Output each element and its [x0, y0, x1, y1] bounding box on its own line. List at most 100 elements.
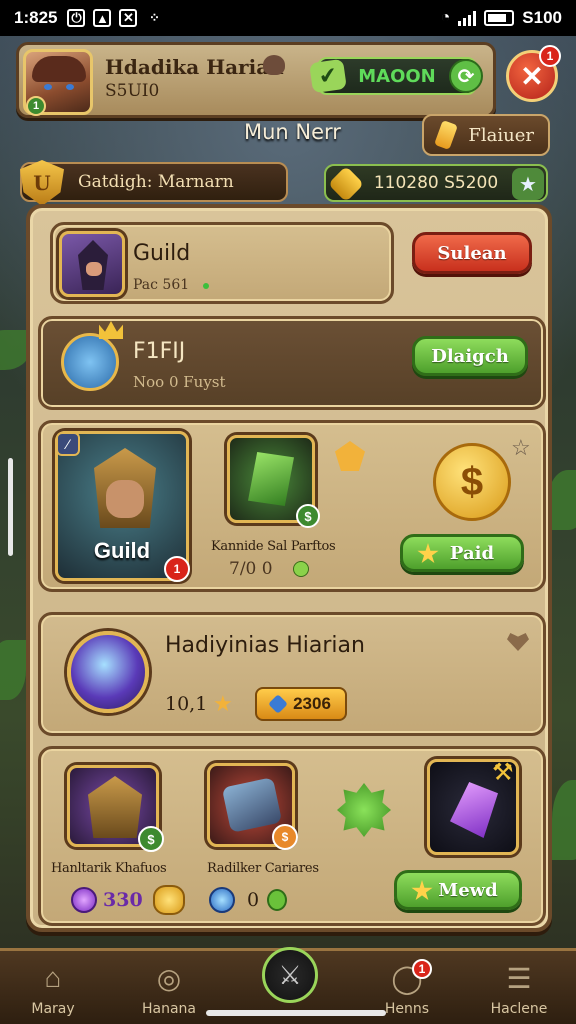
star-icon [417, 543, 439, 564]
main-panel: Guild Pac 561 Sulean F1FIJ Noo 0 Fuyst D… [26, 204, 552, 932]
profile-bar: 1 Hdadika Harian S5UI0 ✔ MAOON ⟳ [16, 42, 496, 118]
guild-tag[interactable]: U Gatdigh: Marnarn [20, 160, 288, 206]
coin-badge: $ [272, 824, 298, 850]
guild-portrait [59, 231, 125, 297]
hero-portrait[interactable]: Guild 1 ⁄ [55, 431, 190, 582]
star-icon[interactable]: ★ [512, 168, 544, 200]
item1-portrait[interactable]: $ [67, 765, 164, 852]
guild-tag-label: Gatdigh: Marnarn [78, 172, 234, 192]
item1-label: Hanltarik Khafuos [51, 861, 167, 876]
harian-count: 10,1 [165, 693, 208, 715]
leaf-decoration [548, 470, 576, 530]
item-label: Kannide Sal Parftos [211, 539, 336, 554]
harian-card: Hadiyinias Hiarian 10,1 ★ 2306 [38, 612, 546, 736]
hero-badge: 1 [164, 556, 190, 582]
guild-title: Guild [133, 241, 191, 266]
notification-badge: 1 [539, 45, 561, 67]
status-right-text: S100 [522, 8, 562, 27]
online-dot [203, 283, 209, 289]
scrollbar[interactable] [8, 458, 13, 556]
nav-item-haclene[interactable]: ☰ Haclene [474, 959, 564, 1023]
wifi-icon: ◔ [440, 9, 451, 26]
green-emblem-icon [337, 783, 391, 837]
nav-label: Hanana [141, 1001, 196, 1017]
gold-coin-icon: $ [433, 443, 511, 521]
nav-label: Henns [384, 1001, 430, 1017]
sword-icon: ⚔ [278, 959, 302, 990]
crystal-portrait[interactable]: ⚒ [427, 759, 519, 855]
home-indicator[interactable] [206, 1010, 386, 1016]
status-bar: 1:825 ⏻ ▲ ✕ ⁘ ◔ S100 [0, 0, 576, 36]
torch-icon [434, 120, 458, 150]
status-image-icon: ▲ [93, 9, 112, 27]
paid-button-label: Paid [449, 542, 495, 564]
refresh-icon[interactable]: ⟳ [449, 59, 483, 93]
star-icon [411, 880, 433, 901]
mode-toggle[interactable]: ✔ MAOON ⟳ [309, 57, 483, 95]
player-name: Hdadika Harian [105, 55, 284, 79]
nav-notification-badge: 1 [412, 959, 432, 979]
currency-value: 110280 S5200 [373, 173, 499, 193]
page-title: Mun Nerr [244, 120, 341, 144]
fifu-action-label: Dlaigch [431, 345, 509, 367]
check-icon: ✔ [309, 58, 347, 94]
crystal-shield-icon [61, 333, 119, 391]
house-icon: ⌂ [44, 962, 62, 993]
mode-label: MAOON [358, 65, 436, 87]
search-icon: ◎ [156, 962, 182, 994]
currency-display: 110280 S5200 ★ [324, 164, 548, 203]
nav-item-maray[interactable]: ⌂ Maray [8, 959, 98, 1023]
flame-button[interactable]: Flaiuer [422, 114, 550, 156]
badge-gem-icon [268, 694, 288, 714]
flame-button-label: Flaiuer [468, 124, 534, 146]
guild-action-button[interactable]: Sulean [412, 232, 532, 274]
barrel-icon: ☰ [506, 962, 532, 994]
item2-label: Radilker Cariares [207, 861, 319, 876]
gold-gem-icon [327, 165, 365, 203]
item-value: 7/0 0 [229, 559, 273, 579]
guild-action-label: Sulean [437, 242, 507, 264]
rank-icon: ⁄ [56, 432, 80, 456]
status-dots-icon: ⁘ [149, 10, 160, 25]
magic-orb-icon [67, 631, 149, 713]
skull-icon [263, 55, 285, 75]
status-notification-icon: ⏻ [67, 9, 86, 27]
item-card-portrait[interactable]: $ [227, 435, 320, 528]
lime-gem-icon [267, 889, 287, 911]
pickaxe-icon: ⚒ [492, 759, 514, 786]
item2-portrait[interactable]: $ [207, 763, 298, 850]
guild-sub: Pac 561 [133, 277, 190, 293]
upgrade-badge: $ [296, 504, 320, 528]
player-sub: S5UI0 [105, 81, 160, 101]
blue-gem-icon [209, 887, 235, 913]
nav-item-hanana[interactable]: ◎ Hanana [124, 959, 214, 1023]
status-time: 1:825 [14, 8, 58, 27]
harian-title: Hadiyinias Hiarian [165, 633, 365, 658]
heart-icon[interactable] [507, 633, 529, 651]
gold-badge-value: 2306 [293, 694, 331, 713]
upgrade-badge: $ [138, 826, 164, 852]
close-icon: ✕ [520, 60, 544, 92]
battery-icon [484, 10, 515, 26]
purple-gem-icon [71, 887, 97, 913]
gold-ore-icon [153, 885, 185, 915]
star-icon: ★ [213, 691, 233, 716]
gold-crystal-icon [335, 441, 365, 471]
lime-gem-icon [293, 561, 309, 577]
gold-badge: 2306 [255, 687, 347, 721]
player-avatar[interactable]: 1 [23, 49, 93, 116]
fifu-sub: Noo 0 Fuyst [133, 373, 226, 391]
crown-icon [99, 321, 123, 339]
item1-value: 330 [103, 889, 143, 911]
paid-button[interactable]: Paid [400, 534, 524, 572]
nav-label: Maray [31, 1001, 75, 1017]
close-button[interactable]: ✕ 1 [506, 45, 561, 102]
level-badge: 1 [26, 96, 46, 116]
shield-icon: U [20, 160, 64, 206]
nav-center-button[interactable]: ⚔ [262, 947, 318, 1003]
fifu-action-button[interactable]: Dlaigch [412, 336, 528, 376]
nav-label: Haclene [490, 1001, 548, 1017]
item2-value: 0 [247, 889, 260, 911]
star-outline-icon: ☆ [511, 435, 531, 460]
mewd-button[interactable]: Mewd [394, 870, 522, 910]
